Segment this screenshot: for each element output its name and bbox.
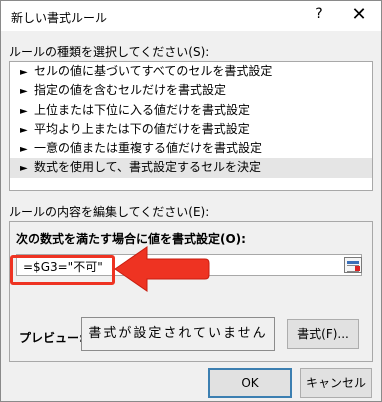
new-formatting-rule-dialog: 新しい書式ルール ? ✕ ルールの種類を選択してください(S): ► セルの値に基… [0,0,382,402]
arrow-icon: ► [20,105,28,117]
preview-box: 書式が設定されていません [81,317,275,351]
ok-button[interactable]: OK [208,368,292,398]
rule-type-item-label: 指定の値を含むセルだけを書式設定 [34,83,227,98]
rule-content-label: ルールの内容を編集してください(E): [9,205,210,219]
close-icon[interactable]: ✕ [347,4,371,26]
annotation-highlight-box [10,255,115,285]
format-button[interactable]: 書式(F)... [287,319,359,349]
annotation-arrow-icon [114,246,210,292]
preview-label: プレビュー: [19,331,84,345]
cancel-button[interactable]: キャンセル [300,368,372,398]
title-bar: 新しい書式ルール ? ✕ [1,1,381,31]
rule-type-label: ルールの種類を選択してください(S): [9,45,210,59]
collapse-dialog-icon[interactable] [344,257,362,273]
rule-type-item[interactable]: ► セルの値に基づいてすべてのセルを書式設定 [10,62,372,81]
rule-type-item-selected[interactable]: ► 数式を使用して、書式設定するセルを決定 [10,158,372,178]
rule-type-item[interactable]: ► 上位または下位に入る値だけを書式設定 [10,101,372,120]
rule-type-list[interactable]: ► セルの値に基づいてすべてのセルを書式設定 ► 指定の値を含むセルだけを書式設定 … [9,61,373,191]
rule-type-item-label: 平均より上または下の値だけを書式設定 [34,121,250,136]
dialog-title: 新しい書式ルール [11,11,108,25]
rule-type-item-label: 上位または下位に入る値だけを書式設定 [34,102,251,117]
rule-type-item[interactable]: ► 指定の値を含むセルだけを書式設定 [10,81,372,100]
rule-type-item[interactable]: ► 平均より上または下の値だけを書式設定 [10,120,372,139]
rule-type-item-label: セルの値に基づいてすべてのセルを書式設定 [34,64,273,78]
arrow-icon: ► [20,124,28,136]
help-icon[interactable]: ? [309,6,329,22]
arrow-icon: ► [20,67,28,78]
rule-type-item-label: 一意の値または重複する値だけを書式設定 [34,141,263,156]
rule-type-item[interactable]: ► 一意の値または重複する値だけを書式設定 [10,139,372,158]
rule-type-item-label: 数式を使用して、書式設定するセルを決定 [34,160,262,175]
arrow-icon: ► [20,144,28,156]
arrow-icon: ► [20,86,28,98]
arrow-icon: ► [20,163,28,175]
